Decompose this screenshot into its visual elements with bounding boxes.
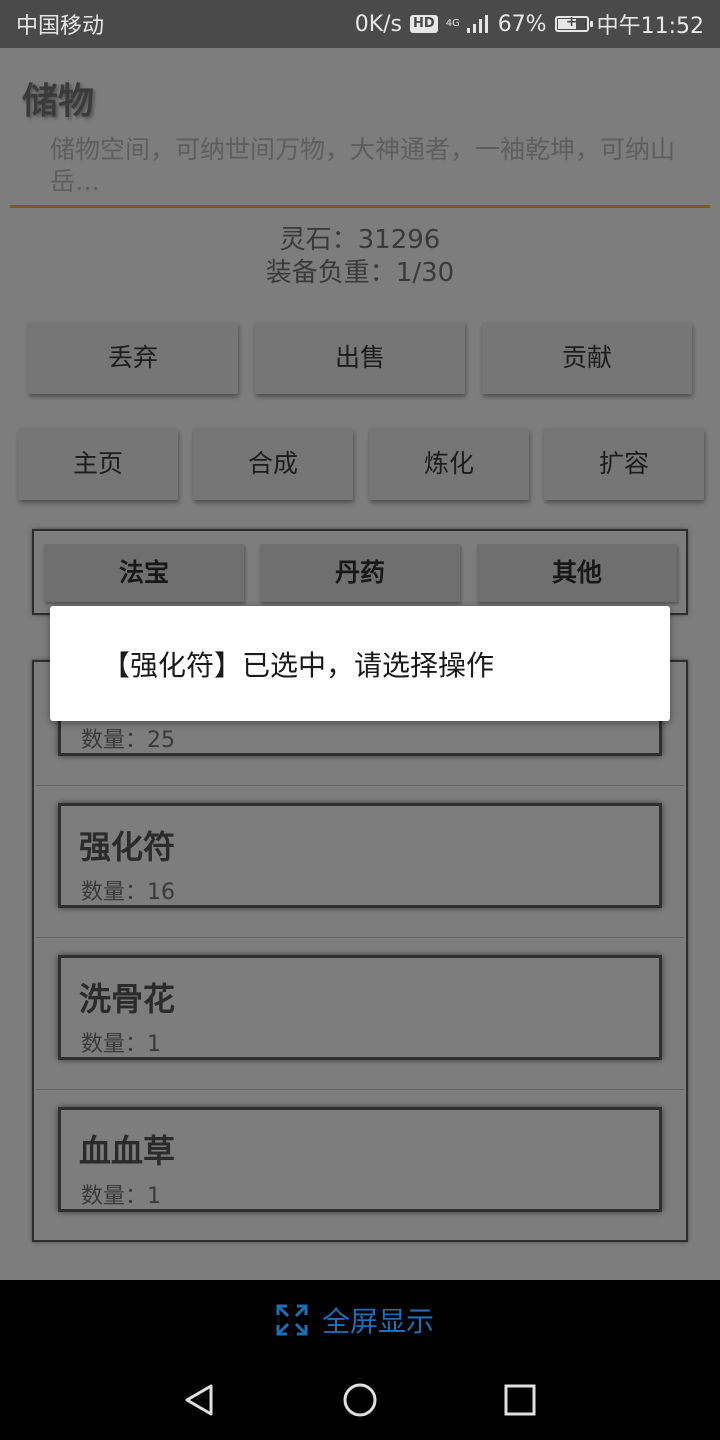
fullscreen-label: 全屏显示 (322, 1305, 435, 1338)
item-name: 强化符 (79, 828, 176, 866)
network-type-icon: 4G (445, 18, 460, 29)
tab-others[interactable]: 其他 (477, 544, 677, 602)
item-name: 血血草 (79, 1132, 176, 1170)
expand-icon (276, 1304, 308, 1336)
status-indicators: 0K/s HD 4G 67% + 中午11:52 (355, 8, 704, 40)
refine-button[interactable]: 炼化 (369, 428, 529, 500)
craft-button[interactable]: 合成 (193, 428, 353, 500)
charging-icon: + (565, 14, 578, 30)
list-divider (36, 785, 684, 786)
home-icon[interactable] (340, 1380, 380, 1420)
discard-button[interactable]: 丢弃 (28, 322, 238, 394)
network-speed: 0K/s (354, 11, 403, 37)
battery-percent: 67% (497, 11, 547, 37)
description-field[interactable]: 储物空间，可纳世间万物，大神通者，一袖乾坤，可纳山岳… (10, 134, 710, 208)
dialog-message: 【强化符】已选中，请选择操作 (102, 649, 495, 682)
hd-icon: HD (410, 15, 438, 33)
selection-dialog[interactable]: 【强化符】已选中，请选择操作 (50, 606, 670, 721)
sell-button[interactable]: 出售 (255, 322, 465, 394)
item-quantity: 数量：1 (81, 1184, 161, 1209)
spirit-stone-count: 灵石：31296 (279, 225, 441, 255)
list-item[interactable]: 洗骨花 数量：1 (58, 955, 662, 1060)
navigation-bar (0, 1360, 720, 1440)
fullscreen-button[interactable]: 全屏显示 (276, 1302, 434, 1338)
page-title: 储物 (22, 81, 95, 122)
status-bar: 中国移动 0K/s HD 4G 67% + 中午11:52 (0, 0, 720, 48)
tab-pills[interactable]: 丹药 (260, 544, 460, 602)
list-item[interactable]: 强化符 数量：16 (58, 803, 662, 908)
stats-panel: 灵石：31296 装备负重：1/30 (0, 224, 720, 290)
carrier-label: 中国移动 (16, 14, 105, 39)
equipment-load: 装备负重：1/30 (265, 258, 455, 288)
screen: 中国移动 0K/s HD 4G 67% + 中午11:52 储物 储物空间，可纳… (0, 0, 720, 1440)
item-quantity: 数量：16 (81, 880, 175, 905)
signal-icon (466, 15, 488, 33)
home-button[interactable]: 主页 (18, 428, 178, 500)
tab-artifacts[interactable]: 法宝 (44, 544, 244, 602)
item-quantity: 数量：1 (81, 1032, 161, 1057)
list-item[interactable]: 血血草 数量：1 (58, 1107, 662, 1212)
item-name: 洗骨花 (79, 980, 176, 1018)
list-divider (36, 937, 684, 938)
list-divider (36, 1089, 684, 1090)
back-icon[interactable] (180, 1380, 220, 1420)
fullscreen-bar: 全屏显示 (0, 1280, 720, 1360)
clock: 中午11:52 (596, 14, 704, 39)
expand-button[interactable]: 扩容 (544, 428, 704, 500)
battery-icon: + (554, 14, 593, 32)
recents-icon[interactable] (500, 1380, 540, 1420)
contribute-button[interactable]: 贡献 (482, 322, 692, 394)
item-quantity: 数量：25 (81, 728, 175, 753)
